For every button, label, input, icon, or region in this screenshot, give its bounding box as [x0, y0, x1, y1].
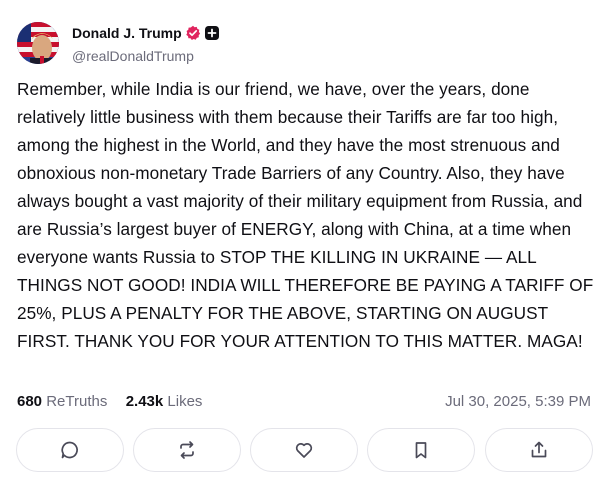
share-icon [531, 441, 547, 458]
retruth-button[interactable] [133, 428, 241, 472]
handle[interactable]: @realDonaldTrump [72, 48, 194, 64]
retruths-label: ReTruths [46, 393, 108, 410]
retruths-count: 680 [17, 393, 43, 410]
heart-icon [295, 443, 313, 458]
post-stats: 680 ReTruths 2.43k Likes [17, 393, 202, 410]
retruths-stat[interactable]: 680 ReTruths [17, 393, 112, 410]
retruth-icon [180, 441, 194, 459]
verified-icon [186, 25, 201, 40]
likes-stat[interactable]: 2.43k Likes [126, 393, 203, 410]
post-text: Remember, while India is our friend, we … [17, 79, 594, 351]
truth-post: Donald J. Trump @realDonaldTrump Remembe… [0, 0, 609, 499]
share-button[interactable] [485, 428, 593, 472]
like-button[interactable] [250, 428, 358, 472]
display-name[interactable]: Donald J. Trump [72, 25, 182, 41]
reply-button[interactable] [16, 428, 124, 472]
likes-label: Likes [167, 393, 203, 410]
bookmark-icon [415, 442, 427, 459]
likes-count: 2.43k [125, 393, 164, 410]
reply-icon [61, 441, 78, 459]
bookmark-button[interactable] [367, 428, 475, 472]
post-timestamp[interactable]: Jul 30, 2025, 5:39 PM [445, 393, 591, 410]
avatar[interactable] [17, 22, 59, 64]
plus-icon [205, 26, 219, 40]
action-bar [16, 428, 593, 472]
